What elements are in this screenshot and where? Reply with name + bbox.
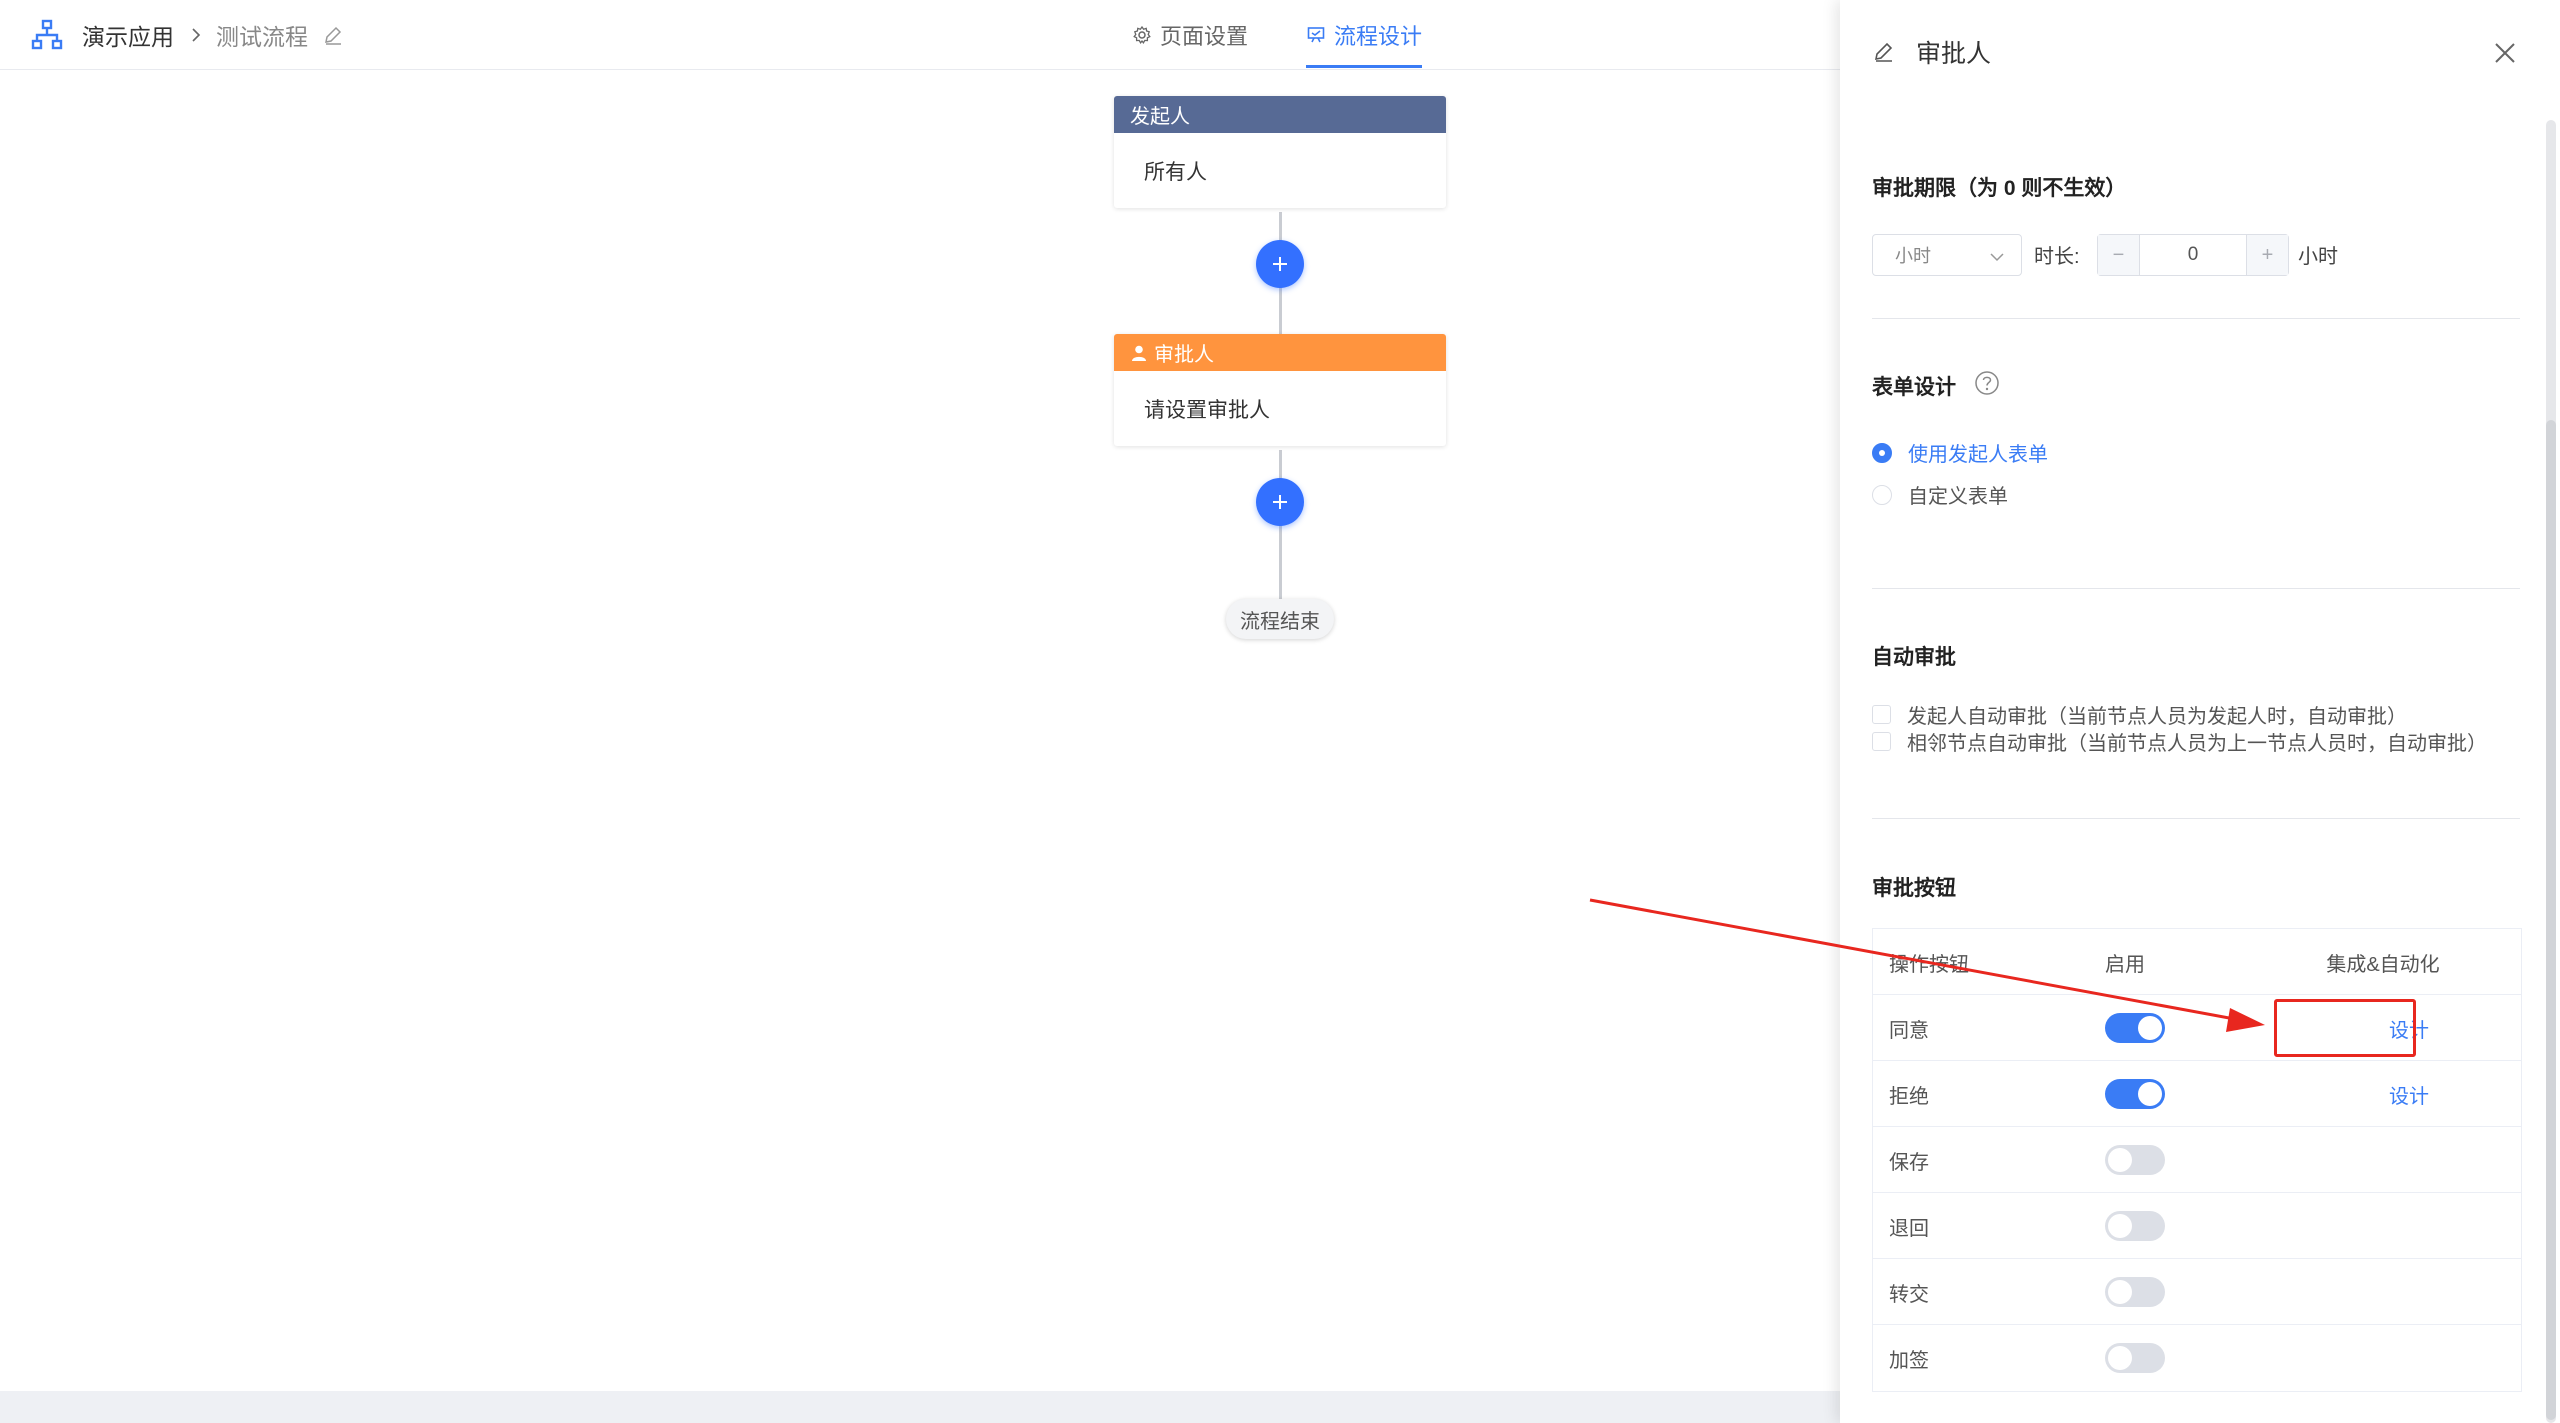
duration-label: 时长: — [2034, 246, 2080, 268]
approver-node[interactable]: 审批人 请设置审批人 — [1114, 334, 1446, 446]
approver-settings-drawer: 审批人 审批期限（为 0 则不生效） 小时 时长: − 0 + 小时 表单设计 … — [1840, 0, 2560, 1423]
radio-use-initiator-form[interactable]: 使用发起人表单 — [1872, 438, 2048, 467]
decrease-button[interactable]: − — [2098, 235, 2140, 275]
approver-node-header: 审批人 — [1114, 334, 1446, 371]
duration-unit-label: 小时 — [2298, 246, 2338, 268]
radio-custom-form[interactable]: 自定义表单 — [1872, 480, 2008, 509]
table-row: 同意 设计 — [1873, 995, 2521, 1061]
checkbox-label: 发起人自动审批（当前节点人员为发起人时，自动审批） — [1907, 706, 2407, 728]
drawer-scrollbar[interactable] — [2546, 120, 2556, 1423]
tab-flow-design-label: 流程设计 — [1334, 24, 1423, 49]
enable-cell — [2105, 1325, 2165, 1391]
breadcrumb: 演示应用 测试流程 — [30, 18, 344, 52]
checkbox-label: 相邻节点自动审批（当前节点人员为上一节点人员时，自动审批） — [1907, 733, 2487, 755]
start-node-title: 发起人 — [1130, 106, 1190, 128]
tab-flow-design[interactable]: 流程设计 — [1306, 0, 1423, 70]
divider — [1872, 818, 2520, 819]
annotation-highlight-box — [2274, 999, 2416, 1057]
flow-end-node: 流程结束 — [1226, 599, 1334, 639]
help-icon[interactable] — [1974, 370, 2000, 396]
header-tabs: 页面设置 流程设计 — [1132, 0, 1423, 70]
table-row: 保存 — [1873, 1127, 2521, 1193]
canvas-bottom-bar — [0, 1391, 1840, 1423]
gear-icon — [1133, 25, 1151, 44]
divider — [1872, 318, 2520, 319]
scrollbar-thumb[interactable] — [2546, 420, 2556, 1420]
breadcrumb-flow-name: 测试流程 — [216, 24, 308, 50]
enable-toggle[interactable] — [2105, 1211, 2165, 1241]
button-name: 加签 — [1889, 1349, 1929, 1372]
approver-node-title: 审批人 — [1154, 344, 1214, 366]
close-icon[interactable] — [2492, 40, 2518, 66]
plus-icon — [1273, 495, 1287, 509]
drawer-title: 审批人 — [1916, 40, 1992, 68]
start-node[interactable]: 发起人 所有人 — [1114, 96, 1446, 208]
checkbox-adjacent-auto-approve[interactable]: 相邻节点自动审批（当前节点人员为上一节点人员时，自动审批） — [1872, 727, 2487, 756]
button-name: 保存 — [1889, 1151, 1929, 1174]
breadcrumb-app-name[interactable]: 演示应用 — [82, 18, 174, 52]
checkbox-box — [1872, 732, 1891, 751]
form-design-section-title: 表单设计 — [1872, 376, 1956, 399]
enable-cell — [2105, 995, 2165, 1061]
chevron-right-icon — [192, 28, 201, 42]
enable-cell — [2105, 1061, 2165, 1127]
enable-cell — [2105, 1127, 2165, 1193]
enable-toggle[interactable] — [2105, 1343, 2165, 1373]
table-header-row: 操作按钮 启用 集成&自动化 — [1873, 929, 2521, 995]
user-icon — [1132, 345, 1146, 361]
duration-value[interactable]: 0 — [2140, 235, 2246, 275]
radio-label: 自定义表单 — [1908, 486, 2008, 508]
increase-button[interactable]: + — [2246, 235, 2288, 275]
plus-icon — [1273, 257, 1287, 271]
integration-cell: 设计 — [2319, 1061, 2499, 1127]
column-header-button: 操作按钮 — [1889, 953, 1969, 976]
flow-canvas — [0, 71, 1840, 1391]
enable-toggle[interactable] — [2105, 1145, 2165, 1175]
edit-icon[interactable] — [322, 24, 344, 46]
flow-design-icon — [1307, 27, 1325, 43]
radio-label: 使用发起人表单 — [1908, 444, 2048, 466]
add-node-button[interactable] — [1256, 478, 1304, 526]
table-row: 拒绝 设计 — [1873, 1061, 2521, 1127]
start-node-header: 发起人 — [1114, 96, 1446, 133]
time-unit-value: 小时 — [1895, 246, 1931, 266]
duration-stepper[interactable]: − 0 + — [2097, 234, 2289, 276]
enable-cell — [2105, 1193, 2165, 1259]
checkbox-initiator-auto-approve[interactable]: 发起人自动审批（当前节点人员为发起人时，自动审批） — [1872, 700, 2407, 729]
time-unit-select[interactable]: 小时 — [1872, 234, 2022, 276]
tab-page-settings[interactable]: 页面设置 — [1132, 0, 1248, 70]
edit-icon[interactable] — [1872, 40, 1896, 64]
table-row: 加签 — [1873, 1325, 2521, 1391]
deadline-section-title: 审批期限（为 0 则不生效） — [1872, 177, 2127, 200]
connector-line — [1279, 450, 1282, 602]
radio-dot — [1872, 442, 1892, 463]
auto-approve-section-title: 自动审批 — [1872, 646, 1956, 669]
button-name: 拒绝 — [1889, 1085, 1929, 1108]
tab-page-settings-label: 页面设置 — [1160, 24, 1249, 49]
design-link[interactable]: 设计 — [2389, 1080, 2429, 1109]
radio-dot — [1872, 484, 1892, 505]
approval-buttons-section-title: 审批按钮 — [1872, 877, 1956, 900]
button-name: 同意 — [1889, 1019, 1929, 1042]
button-name: 退回 — [1889, 1217, 1929, 1240]
chevron-down-icon — [1990, 253, 2004, 262]
enable-toggle[interactable] — [2105, 1013, 2165, 1043]
approver-node-body: 请设置审批人 — [1144, 398, 1270, 422]
column-header-integration: 集成&自动化 — [2326, 953, 2440, 976]
approval-buttons-table: 操作按钮 启用 集成&自动化 同意 设计 拒绝 设计 保存 退回 转交 加签 — [1872, 928, 2522, 1392]
drawer-header: 审批人 — [1872, 34, 1991, 70]
top-header: 演示应用 测试流程 页面设置 流程设计 — [0, 0, 1840, 70]
org-chart-icon[interactable] — [30, 18, 64, 52]
column-header-enabled: 启用 — [2105, 953, 2145, 976]
checkbox-box — [1872, 705, 1891, 724]
button-name: 转交 — [1889, 1283, 1929, 1306]
enable-toggle[interactable] — [2105, 1079, 2165, 1109]
divider — [1872, 588, 2520, 589]
enable-cell — [2105, 1259, 2165, 1325]
add-node-button[interactable] — [1256, 240, 1304, 288]
start-node-body: 所有人 — [1144, 160, 1207, 184]
table-row: 退回 — [1873, 1193, 2521, 1259]
enable-toggle[interactable] — [2105, 1277, 2165, 1307]
table-row: 转交 — [1873, 1259, 2521, 1325]
